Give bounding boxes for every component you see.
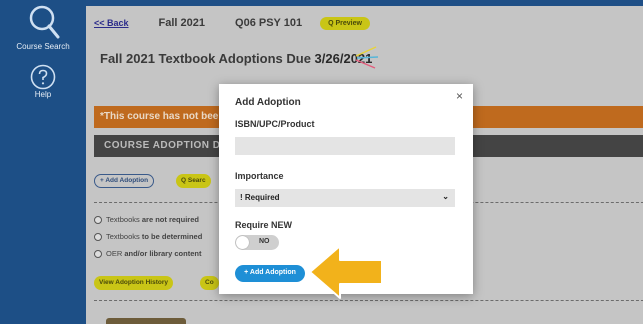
top-border xyxy=(86,0,643,6)
secondary-button[interactable]: Co xyxy=(200,276,219,290)
page-title: Fall 2021 Textbook Adoptions Due 3/26/20… xyxy=(100,51,372,66)
option-label: Textbooks are not required xyxy=(106,215,199,224)
require-new-label: Require NEW xyxy=(235,220,293,230)
decorative-lines-icon xyxy=(355,46,379,69)
sidebar-item-label: Help xyxy=(34,90,52,99)
close-icon[interactable]: × xyxy=(456,89,463,103)
chevron-down-icon: ⌄ xyxy=(442,192,449,201)
importance-label: Importance xyxy=(235,171,284,181)
option-label: Textbooks to be determined xyxy=(106,232,203,241)
require-new-toggle[interactable]: NO xyxy=(235,235,279,250)
isbn-label: ISBN/UPC/Product xyxy=(235,119,315,129)
add-adoption-button[interactable]: + Add Adoption xyxy=(235,265,305,282)
radio-button[interactable] xyxy=(94,249,102,258)
option-to-be-determined[interactable]: Textbooks to be determined xyxy=(94,232,202,241)
help-icon xyxy=(30,64,56,90)
course-label: Q06 PSY 101 xyxy=(235,17,303,29)
radio-button[interactable] xyxy=(94,215,102,224)
sidebar-item-course-search[interactable]: Course Search xyxy=(0,2,86,60)
toggle-label: NO xyxy=(259,238,270,245)
toggle-knob xyxy=(236,236,249,249)
importance-select[interactable]: ! Required ⌄ xyxy=(235,189,455,207)
option-not-required[interactable]: Textbooks are not required xyxy=(94,215,199,224)
pointer-arrow-icon xyxy=(309,245,383,299)
importance-value: ! Required xyxy=(240,193,280,202)
view-adoption-history-button[interactable]: View Adoption History xyxy=(94,276,173,290)
thumbnail-image xyxy=(106,318,186,324)
back-link[interactable]: << Back xyxy=(94,18,129,28)
preview-button[interactable]: Q Preview xyxy=(320,16,370,30)
sidebar-item-label: Course Search xyxy=(16,42,70,51)
search-button-bg[interactable]: Q Searc xyxy=(176,174,211,188)
option-label: OER and/or library content xyxy=(106,249,202,258)
sidebar: Course Search Help xyxy=(0,0,86,324)
add-adoption-button-bg[interactable]: + Add Adoption xyxy=(94,174,155,188)
sidebar-item-help[interactable]: Help xyxy=(0,64,86,114)
radio-button[interactable] xyxy=(94,232,102,241)
search-icon xyxy=(29,5,60,39)
isbn-input[interactable] xyxy=(235,137,455,155)
term-label: Fall 2021 xyxy=(158,17,206,29)
course-nav-bar: << Back Fall 2021 Q06 PSY 101 Q Preview xyxy=(94,14,370,32)
page-title-text: Fall 2021 Textbook Adoptions Due xyxy=(100,51,315,66)
modal-title: Add Adoption xyxy=(235,97,301,108)
option-oer[interactable]: OER and/or library content xyxy=(94,249,201,258)
